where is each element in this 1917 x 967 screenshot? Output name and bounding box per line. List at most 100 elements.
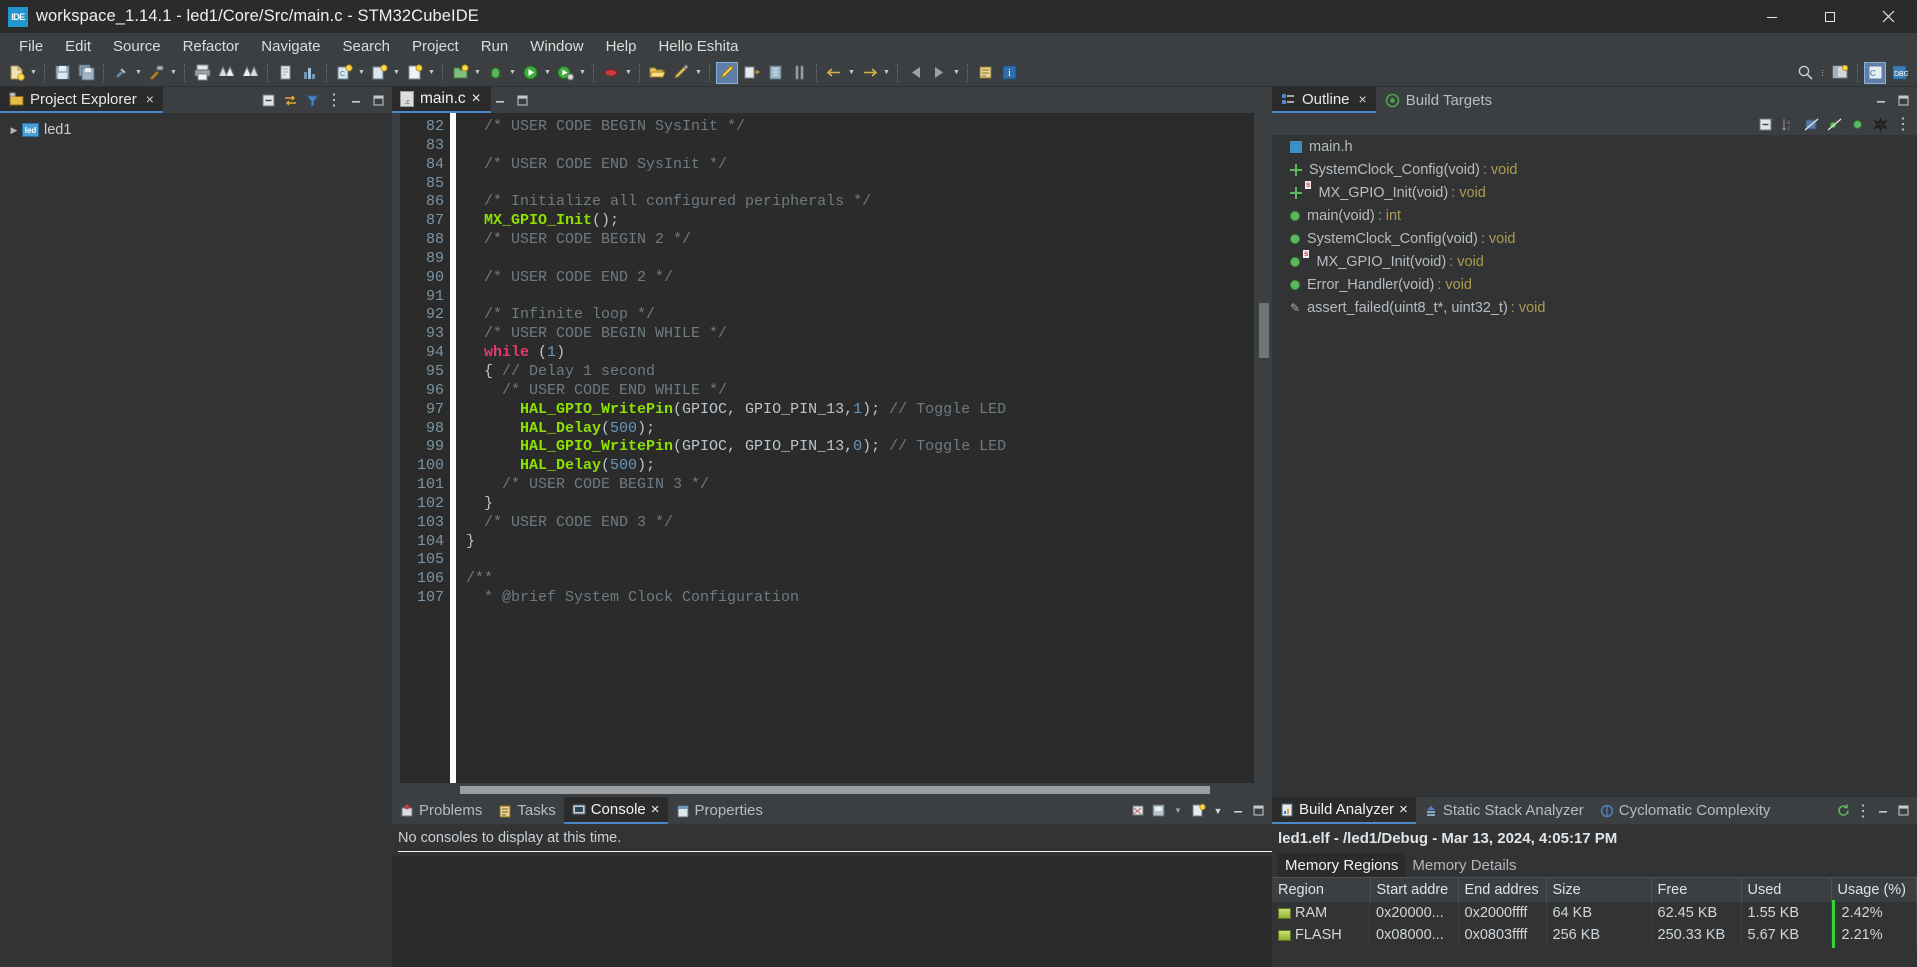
col-region[interactable]: Region [1272, 877, 1371, 902]
toolbar-overflow-icon[interactable]: ⋮ [1817, 62, 1828, 84]
debug-dropdown-icon[interactable]: ▼ [507, 62, 518, 84]
outline-item[interactable]: SystemClock_Config(void) : void [1272, 227, 1917, 250]
code-line[interactable]: /* USER CODE END SysInit */ [466, 156, 1254, 175]
code-line[interactable]: { // Delay 1 second [466, 363, 1254, 382]
forward-icon[interactable] [858, 62, 880, 84]
code-line[interactable]: /* USER CODE BEGIN 3 */ [466, 476, 1254, 495]
view-menu-icon[interactable]: ⋮ [1893, 114, 1913, 134]
code-line[interactable]: /* Infinite loop */ [466, 306, 1254, 325]
code-line[interactable]: /** [466, 570, 1254, 589]
perspective-debug-icon[interactable]: DBG [1888, 62, 1910, 84]
run-icon[interactable] [519, 62, 541, 84]
nav-back-icon[interactable] [904, 62, 926, 84]
code-line[interactable]: /* USER CODE END 2 */ [466, 269, 1254, 288]
tab-problems[interactable]: Problems [392, 797, 490, 824]
tree-item-led1[interactable]: ▶ led led1 [0, 119, 392, 141]
editor-hscroll-thumb[interactable] [460, 786, 1210, 794]
col-size[interactable]: Size [1546, 877, 1652, 902]
col-usage-percent[interactable]: Usage (%) [1831, 877, 1917, 902]
outline-item[interactable]: main(void) : int [1272, 204, 1917, 227]
minimize-icon[interactable] [1743, 0, 1801, 33]
code-line[interactable]: } [466, 495, 1254, 514]
editor-horizontal-scrollbar[interactable] [392, 783, 1272, 797]
source-code-text[interactable]: /* USER CODE BEGIN SysInit */ /* USER CO… [456, 113, 1254, 783]
code-line[interactable]: MX_GPIO_Init(); [466, 212, 1254, 231]
tab-static-stack-analyzer[interactable]: Static Stack Analyzer [1416, 797, 1592, 824]
code-line[interactable] [466, 137, 1254, 156]
menu-refactor[interactable]: Refactor [172, 35, 251, 58]
pencil-dropdown-icon[interactable]: ▼ [693, 62, 704, 84]
code-line[interactable]: /* USER CODE BEGIN WHILE */ [466, 325, 1254, 344]
document-icon[interactable] [274, 62, 296, 84]
new-c-project-icon[interactable]: C [333, 62, 355, 84]
nav-dropdown-icon[interactable]: ▼ [951, 62, 962, 84]
hide-macros-icon[interactable] [1870, 114, 1890, 134]
pin-console-icon[interactable] [1148, 801, 1168, 821]
toggle-mark-occurrences-icon[interactable] [716, 61, 738, 84]
tab-project-explorer[interactable]: Project Explorer × [0, 87, 163, 113]
open-folder-icon[interactable] [646, 62, 668, 84]
open-perspective-icon[interactable] [1829, 62, 1851, 84]
sort-icon[interactable]: az [1778, 114, 1798, 134]
menu-project[interactable]: Project [401, 35, 470, 58]
minimize-icon[interactable] [1871, 90, 1891, 110]
link-with-editor-icon[interactable] [280, 90, 300, 110]
outline-tree[interactable]: main.h SystemClock_Config(void) : void s MX… [1272, 135, 1917, 797]
minimize-icon[interactable] [346, 90, 366, 110]
debug-icon[interactable] [484, 62, 506, 84]
outline-item[interactable]: s MX_GPIO_Init(void) : void [1272, 250, 1917, 273]
col-end-address[interactable]: End addres [1458, 877, 1547, 902]
tab-console[interactable]: Console × [563, 797, 668, 824]
maximize-icon[interactable] [1801, 0, 1859, 33]
next-annotation-icon[interactable] [740, 62, 762, 84]
outline-item[interactable]: ✎ assert_failed(uint8_t*, uint32_t) : voi… [1272, 296, 1917, 319]
console-dropdown-icon[interactable]: ▼ [1168, 801, 1188, 821]
save-icon[interactable] [51, 62, 73, 84]
nav-forward-icon[interactable] [928, 62, 950, 84]
previous-annotation-icon[interactable] [764, 62, 786, 84]
close-icon[interactable]: × [472, 90, 481, 108]
new-cpp-project-icon[interactable] [368, 62, 390, 84]
tab-outline[interactable]: Outline × [1272, 87, 1376, 113]
table-row[interactable]: RAM 0x20000... 0x2000ffff 64 KB 62.45 KB 1.55… [1272, 900, 1917, 926]
close-icon[interactable]: × [146, 91, 154, 107]
code-line[interactable]: /* USER CODE END 3 */ [466, 514, 1254, 533]
code-line[interactable]: HAL_GPIO_WritePin(GPIOC, GPIO_PIN_13,1);… [466, 401, 1254, 420]
code-line[interactable]: HAL_Delay(500); [466, 457, 1254, 476]
chevron-right-icon[interactable]: ▶ [6, 125, 22, 136]
minimize-icon[interactable] [1873, 801, 1893, 821]
subtab-memory-details[interactable]: Memory Details [1405, 853, 1523, 877]
forward-dropdown-icon[interactable]: ▼ [881, 62, 892, 84]
tab-tasks[interactable]: Tasks [490, 797, 563, 824]
code-line[interactable]: /* Initialize all configured peripherals… [466, 193, 1254, 212]
new-cpp-dropdown-icon[interactable]: ▼ [391, 62, 402, 84]
search-icon[interactable] [1794, 62, 1816, 84]
code-line[interactable]: HAL_Delay(500); [466, 420, 1254, 439]
close-icon[interactable]: × [651, 801, 660, 818]
close-icon[interactable] [1859, 0, 1917, 33]
code-line[interactable]: * @brief System Clock Configuration [466, 589, 1254, 608]
tab-cyclomatic-complexity[interactable]: Cyclomatic Complexity [1592, 797, 1779, 824]
outline-item[interactable]: s MX_GPIO_Init(void) : void [1272, 181, 1917, 204]
tab-build-targets[interactable]: Build Targets [1376, 87, 1501, 113]
menu-help[interactable]: Help [595, 35, 648, 58]
editor-maximize-icon[interactable] [513, 90, 533, 110]
ruler-icon[interactable] [788, 62, 810, 84]
save-all-icon[interactable] [75, 62, 97, 84]
new-file-icon[interactable] [403, 62, 425, 84]
binary-alt-icon[interactable] [239, 62, 261, 84]
hide-nonpublic-icon[interactable] [1847, 114, 1867, 134]
binary-icon[interactable] [215, 62, 237, 84]
filter-icon[interactable] [302, 90, 322, 110]
code-line[interactable] [466, 175, 1254, 194]
code-line[interactable] [466, 250, 1254, 269]
new-folder-icon[interactable] [449, 62, 471, 84]
collapse-all-icon[interactable] [1755, 114, 1775, 134]
minimize-icon[interactable] [1228, 801, 1248, 821]
code-line[interactable]: HAL_GPIO_WritePin(GPIOC, GPIO_PIN_13,0);… [466, 438, 1254, 457]
tab-build-analyzer[interactable]: Build Analyzer × [1272, 797, 1416, 824]
pin-editor-icon[interactable] [974, 62, 996, 84]
menu-hello-eshita[interactable]: Hello Eshita [647, 35, 749, 58]
console-output[interactable]: No consoles to display at this time. [392, 824, 1272, 967]
build-dropdown-icon[interactable]: ▼ [133, 62, 144, 84]
